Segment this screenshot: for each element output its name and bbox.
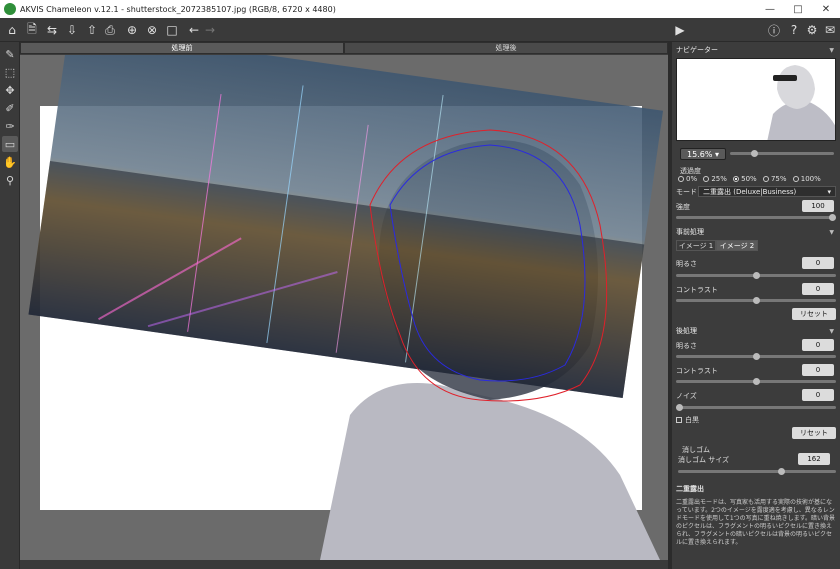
noise-label: ノイズ — [676, 392, 697, 400]
info-icon[interactable]: ⓘ — [766, 22, 782, 38]
ruler-icon[interactable]: □ — [164, 22, 180, 38]
pre-brightness-value[interactable]: 0 — [802, 257, 834, 269]
subtab-image-1[interactable]: イメージ 1 — [676, 240, 716, 251]
opacity-radio-100[interactable]: 100% — [792, 175, 821, 183]
pre-brightness-slider[interactable] — [676, 272, 836, 279]
navigator-title: ナビゲーター — [676, 46, 718, 54]
eraser-size-knob[interactable] — [777, 468, 785, 475]
tool-column: ✎ ⬚ ✥ ✐ ✑ ▭ ✋ ⚲ — [0, 42, 20, 569]
strength-slider-knob[interactable] — [829, 214, 836, 221]
close-button[interactable]: ✕ — [812, 0, 840, 18]
mode-label: モード — [676, 188, 697, 196]
history-brush-icon[interactable]: ✑ — [2, 118, 18, 134]
home-icon[interactable]: ⌂ — [4, 22, 20, 38]
preprocess-header: 事前処理 ▼ — [672, 226, 840, 238]
post-brightness-slider[interactable] — [676, 353, 836, 360]
view-tabs: 処理前 処理後 — [20, 42, 668, 54]
post-reset-button[interactable]: リセット — [792, 427, 836, 439]
notification-icon[interactable]: ✉ — [822, 22, 838, 38]
opacity-radio-25[interactable]: 25% — [703, 175, 727, 183]
zoom-dropdown[interactable]: 15.6% ▾ — [680, 148, 726, 160]
help-text: 二重露出モードは、写真家も活用する実際の技術が基になっています。2つのイメージを… — [676, 499, 836, 546]
minimize-button[interactable]: — — [756, 0, 784, 18]
strength-value[interactable]: 100 — [802, 200, 834, 212]
tab-before[interactable]: 処理前 — [20, 42, 344, 54]
navigator-thumbnail[interactable] — [676, 58, 836, 141]
pre-brightness-label: 明るさ — [676, 260, 697, 268]
transform-icon[interactable]: ✥ — [2, 82, 18, 98]
add-layer-icon[interactable]: ⊕ — [124, 22, 140, 38]
postprocess-title: 後処理 — [676, 327, 697, 335]
maximize-button[interactable]: □ — [784, 0, 812, 18]
help-title: 二重露出 — [676, 485, 704, 493]
opacity-radio-group: 0% 25% 50% 75% 100% — [678, 175, 825, 184]
eraser-size-slider[interactable] — [678, 468, 836, 475]
tab-after[interactable]: 処理後 — [344, 42, 668, 54]
pre-reset-button[interactable]: リセット — [792, 308, 836, 320]
bw-checkbox[interactable]: 白黒 — [676, 415, 699, 425]
chevron-down-icon: ▾ — [827, 187, 831, 196]
layer-options-icon[interactable]: ⊗ — [144, 22, 160, 38]
open-file-icon[interactable]: 🗎 — [24, 22, 40, 38]
noise-knob[interactable] — [676, 404, 683, 411]
hand-icon[interactable]: ✋ — [2, 154, 18, 170]
noise-slider[interactable] — [676, 404, 836, 411]
strength-label: 強度 — [676, 203, 690, 211]
undo-icon[interactable]: ← — [186, 22, 202, 38]
post-contrast-label: コントラスト — [676, 367, 718, 375]
eraser-size-label: 消しゴム サイズ — [678, 456, 730, 464]
canvas-image — [28, 55, 664, 560]
opacity-radio-50[interactable]: 50% — [733, 175, 757, 183]
post-brightness-knob[interactable] — [752, 353, 760, 360]
strength-slider[interactable] — [676, 214, 836, 221]
post-contrast-slider[interactable] — [676, 378, 836, 385]
import-icon[interactable]: ⇩ — [64, 22, 80, 38]
export-icon[interactable]: ⇧ — [84, 22, 100, 38]
subtab-image-2[interactable]: イメージ 2 — [716, 240, 758, 251]
swap-images-icon[interactable]: ⇆ — [44, 22, 60, 38]
pre-contrast-label: コントラスト — [676, 286, 718, 294]
opacity-radio-0[interactable]: 0% — [678, 175, 697, 183]
print-icon[interactable]: ⎙ — [102, 22, 118, 38]
main-toolbar: ⌂ 🗎 ⇆ ⇩ ⇧ ⎙ ⊕ ⊗ □ ← → ▶ ⓘ ? ⚙ ✉ — [0, 18, 840, 42]
pre-contrast-slider[interactable] — [676, 297, 836, 304]
postprocess-header: 後処理 ▼ — [672, 325, 840, 337]
selection-brush-icon[interactable]: ✎ — [2, 46, 18, 62]
post-contrast-knob[interactable] — [752, 378, 760, 385]
mode-select[interactable]: 二重露出 (Deluxe|Business) ▾ — [698, 186, 836, 197]
zoom-icon[interactable]: ⚲ — [2, 172, 18, 188]
title-bar: AKVIS Chameleon v.12.1 - shutterstock_20… — [0, 0, 840, 18]
eraser-size-value[interactable]: 162 — [798, 453, 830, 465]
pre-brightness-knob[interactable] — [752, 272, 760, 279]
post-brightness-label: 明るさ — [676, 342, 697, 350]
navigator-header: ナビゲーター ▼ — [672, 44, 840, 56]
collapse-icon[interactable]: ▼ — [829, 328, 834, 335]
window-title: AKVIS Chameleon v.12.1 - shutterstock_20… — [20, 4, 336, 14]
horizontal-scrollbar[interactable] — [20, 560, 668, 569]
pre-contrast-value[interactable]: 0 — [802, 283, 834, 295]
zoom-slider-knob[interactable] — [751, 150, 759, 157]
image-canvas[interactable] — [20, 55, 668, 560]
noise-value[interactable]: 0 — [802, 389, 834, 401]
gear-icon[interactable]: ⚙ — [804, 22, 820, 38]
pre-contrast-knob[interactable] — [752, 297, 760, 304]
post-brightness-value[interactable]: 0 — [802, 339, 834, 351]
checkbox-icon — [676, 417, 682, 423]
app-logo-icon — [4, 3, 16, 15]
settings-panel: ナビゲーター ▼ 15.6% ▾ 透過度 0% 25% 50% 75% 100%… — [672, 42, 840, 569]
collapse-icon[interactable]: ▼ — [829, 47, 834, 54]
pen-icon[interactable]: ✐ — [2, 100, 18, 116]
preprocess-title: 事前処理 — [676, 228, 704, 236]
run-icon[interactable]: ▶ — [672, 22, 688, 38]
eraser-title: 消しゴム — [682, 446, 710, 454]
eraser-icon[interactable]: ▭ — [2, 136, 18, 152]
zoom-slider[interactable] — [730, 150, 834, 157]
redo-icon[interactable]: → — [202, 22, 218, 38]
collapse-icon[interactable]: ▼ — [829, 229, 834, 236]
marquee-icon[interactable]: ⬚ — [2, 64, 18, 80]
post-contrast-value[interactable]: 0 — [802, 364, 834, 376]
opacity-radio-75[interactable]: 75% — [762, 175, 787, 183]
help-icon[interactable]: ? — [786, 22, 802, 38]
